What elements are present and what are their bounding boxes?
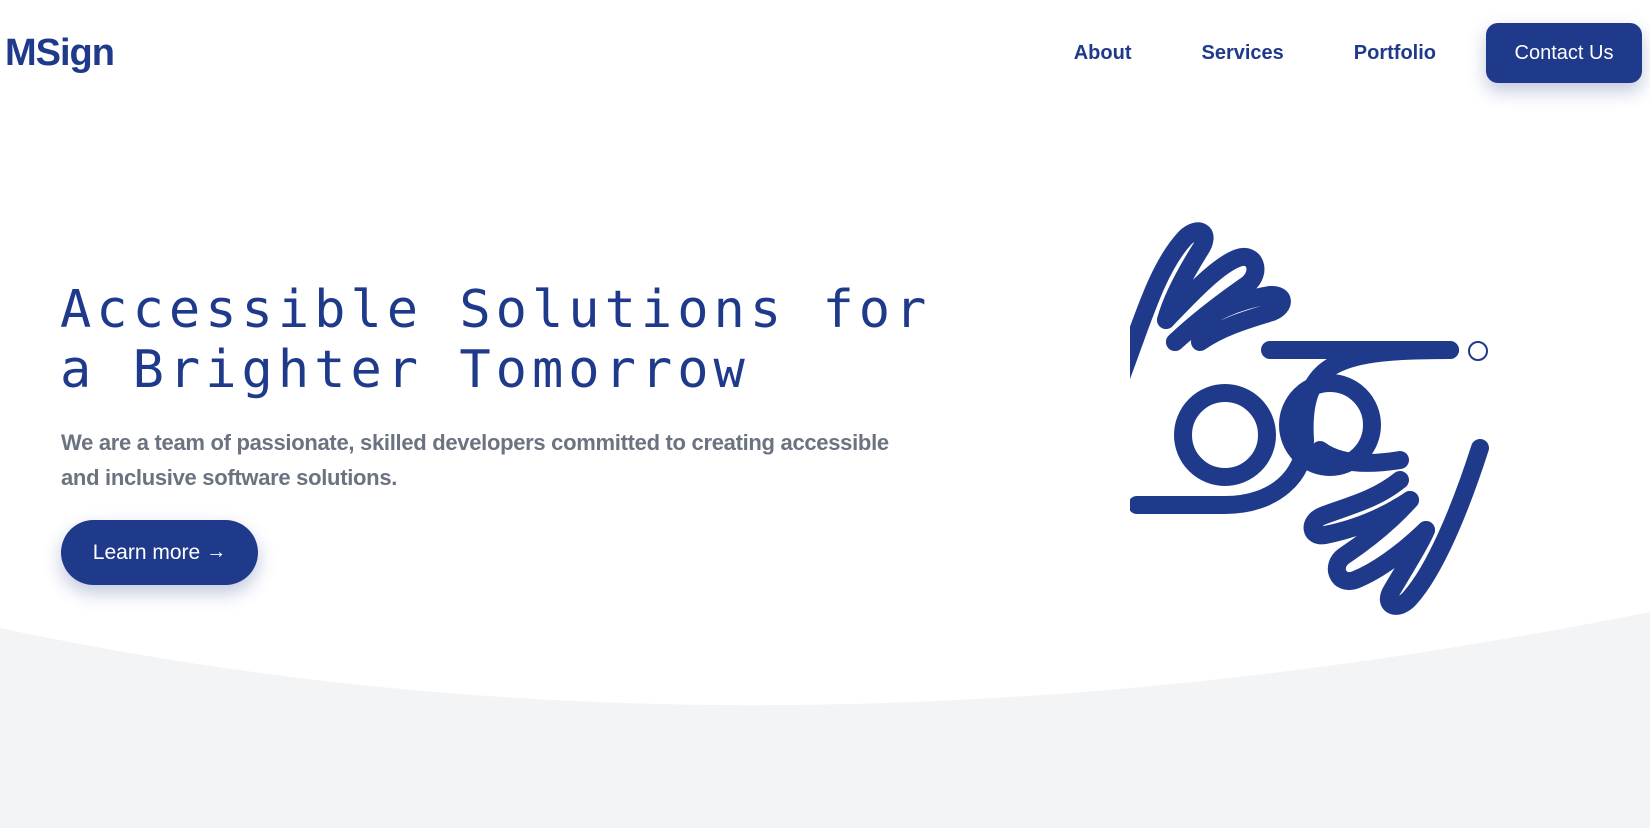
nav-link-portfolio[interactable]: Portfolio [1354,23,1436,83]
page: MSign About Services Portfolio Contact U… [0,0,1650,828]
site-header: MSign About Services Portfolio Contact U… [0,0,1650,110]
nav-link-services[interactable]: Services [1201,23,1283,83]
arrow-right-icon: → [206,541,227,563]
sign-language-hands-icon [1130,222,1489,615]
main-nav: About Services Portfolio Contact Us [1074,23,1642,83]
contact-us-button[interactable]: Contact Us [1486,23,1642,83]
hero-title-line-2: a Brighter Tomorrow [60,340,750,400]
hero-title: Accessible Solutions for a Brighter Tomor… [60,280,931,400]
logo[interactable]: MSign [5,30,115,76]
learn-more-label: Learn more [92,540,201,564]
hero-title-line-1: Accessible Solutions for [60,280,932,340]
nav-link-about[interactable]: About [1074,23,1132,83]
hero-subtitle: We are a team of passionate, skilled dev… [61,430,889,490]
learn-more-button[interactable]: Learn more → [61,520,258,585]
